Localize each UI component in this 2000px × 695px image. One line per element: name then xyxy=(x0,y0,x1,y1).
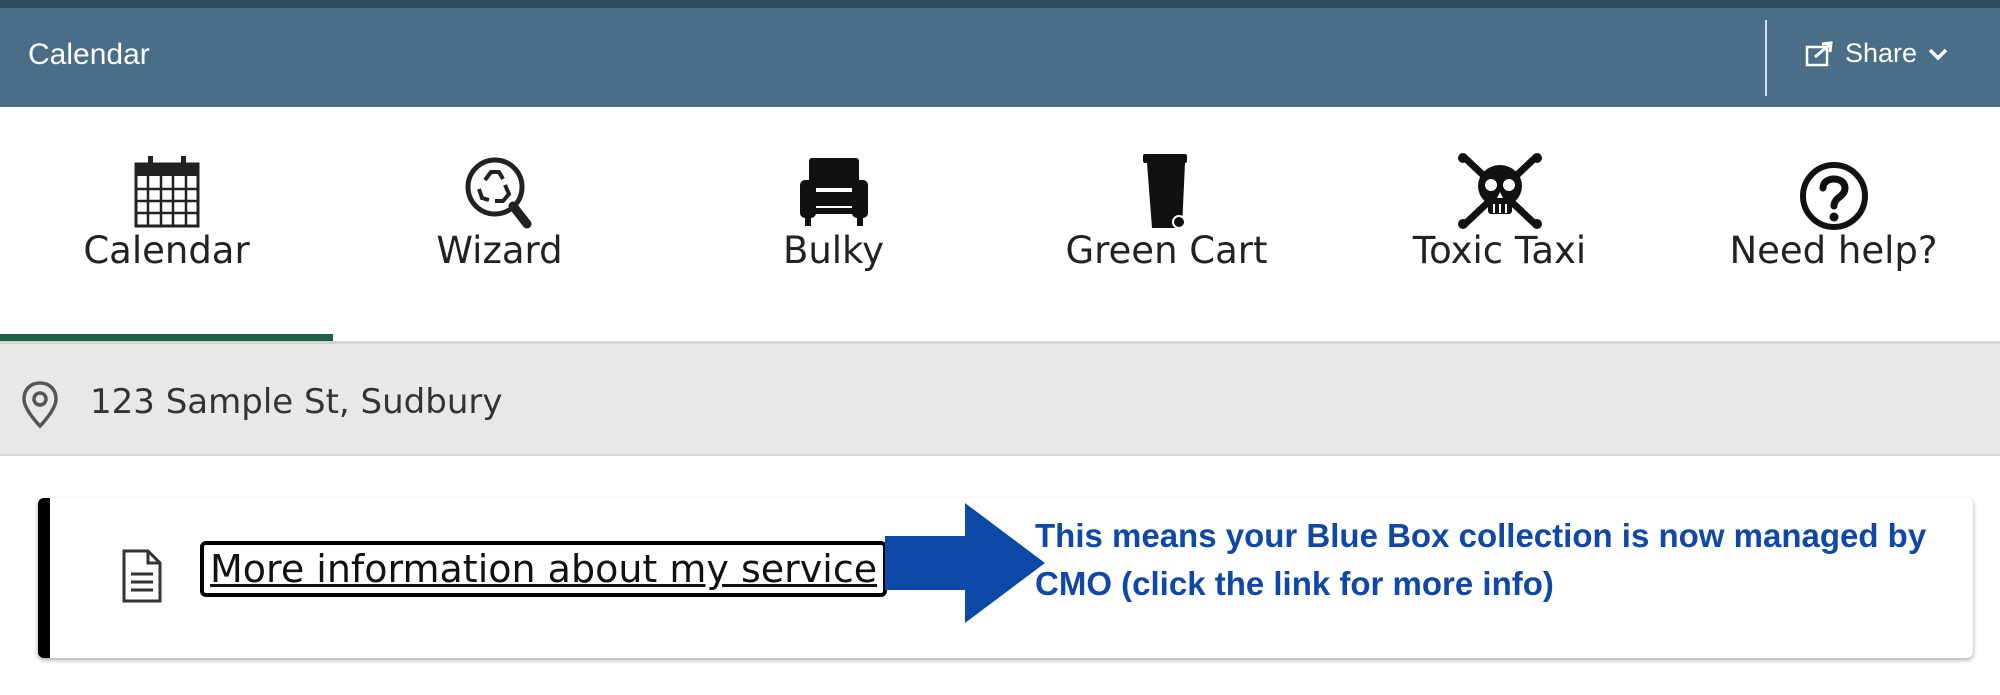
chevron-down-icon xyxy=(1928,48,1948,60)
service-info-card: More information about my service This m… xyxy=(38,498,1973,658)
question-circle-icon xyxy=(1789,152,1879,232)
document-icon xyxy=(122,549,162,603)
green-cart-bin-icon xyxy=(1122,152,1212,232)
calendar-icon xyxy=(122,152,212,232)
recycle-search-icon xyxy=(455,152,545,232)
tab-wizard-label: Wizard xyxy=(436,229,563,272)
armchair-icon xyxy=(789,152,879,232)
address-bar[interactable]: 123 Sample St, Sudbury xyxy=(0,344,2000,456)
share-icon xyxy=(1805,40,1833,66)
tab-toxic-taxi-label: Toxic Taxi xyxy=(1412,229,1587,272)
top-bar: Calendar Share xyxy=(0,0,2000,107)
page-title: Calendar xyxy=(28,38,150,71)
more-info-link[interactable]: More information about my service xyxy=(200,541,888,597)
tab-wizard[interactable]: Wizard xyxy=(333,107,666,343)
share-button[interactable]: Share xyxy=(1805,38,1949,69)
tab-calendar-label: Calendar xyxy=(83,229,250,272)
tab-bulky-label: Bulky xyxy=(782,229,885,272)
skull-crossbones-icon xyxy=(1455,152,1545,232)
right-arrow-icon xyxy=(885,503,1045,623)
tab-green-cart[interactable]: Green Cart xyxy=(1000,107,1333,343)
tab-green-cart-label: Green Cart xyxy=(1065,229,1268,272)
tab-bulky[interactable]: Bulky xyxy=(667,107,1000,343)
active-tab-indicator xyxy=(0,334,333,341)
tab-need-help-label: Need help? xyxy=(1729,229,1938,272)
map-pin-icon xyxy=(22,381,58,429)
topbar-divider xyxy=(1765,20,1767,96)
address-text: 123 Sample St, Sudbury xyxy=(90,382,503,422)
tab-bar: Calendar Wizard Bulky Green Cart Toxic T… xyxy=(0,107,2000,343)
tab-calendar[interactable]: Calendar xyxy=(0,107,333,343)
share-label: Share xyxy=(1845,38,1918,68)
tab-toxic-taxi[interactable]: Toxic Taxi xyxy=(1333,107,1666,343)
annotation-text: This means your Blue Box collection is n… xyxy=(1035,517,1927,602)
tab-need-help[interactable]: Need help? xyxy=(1667,107,2000,343)
